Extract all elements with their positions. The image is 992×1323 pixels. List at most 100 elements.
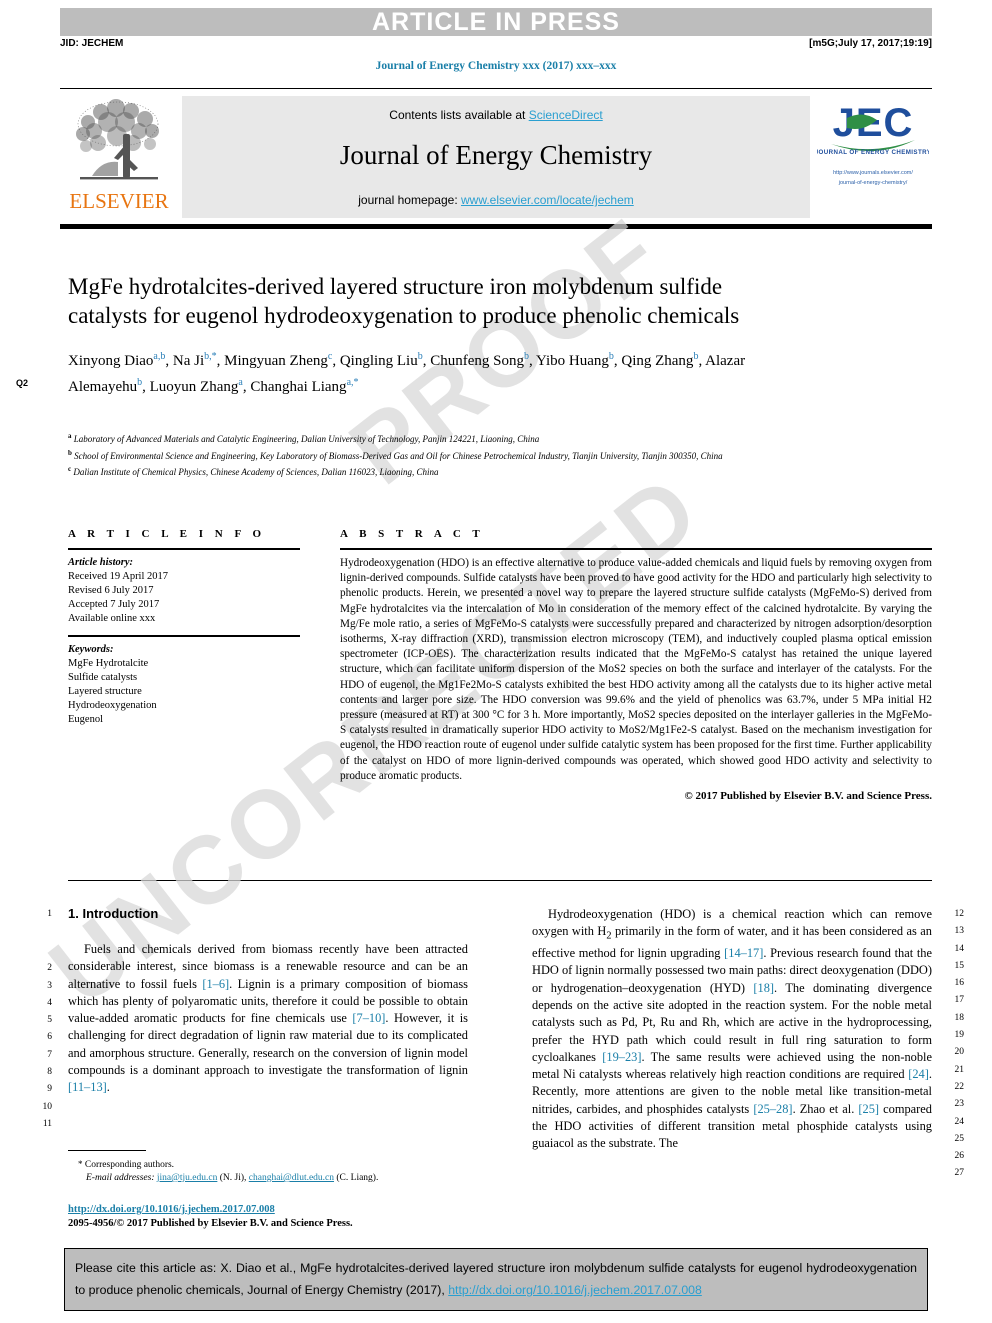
journal-homepage-line: journal homepage: www.elsevier.com/locat… — [182, 193, 810, 207]
line-number: 10 — [42, 1101, 53, 1112]
affiliation-item: b School of Environmental Science and En… — [68, 447, 880, 464]
affiliation-text: Dalian Institute of Chemical Physics, Ch… — [73, 467, 439, 477]
affiliation-mark: c — [68, 465, 72, 473]
masthead-center: Contents lists available at ScienceDirec… — [182, 96, 810, 218]
line-number: 20 — [954, 1047, 965, 1058]
email-link-ji[interactable]: jina@tju.edu.cn — [157, 1173, 217, 1183]
affiliation-list: a Laboratory of Advanced Materials and C… — [68, 430, 880, 480]
author-entry: Luoyun Zhanga, — [149, 377, 251, 395]
author-affil-mark: b — [523, 351, 529, 362]
query-marker-q2[interactable]: Q2 — [16, 378, 28, 388]
author-entry: Chunfeng Songb, — [430, 351, 536, 369]
email-link-liang[interactable]: changhai@dlut.edu.cn — [249, 1173, 334, 1183]
line-numbers-right: 12 13 14 15 16 17 18 19 20 21 22 23 24 2… — [946, 906, 965, 1183]
line-number: 26 — [954, 1151, 965, 1162]
page-title: MgFe hydrotalcites-derived layered struc… — [68, 274, 740, 328]
email-label: E-mail addresses: — [86, 1173, 155, 1183]
masthead-top-rule — [60, 88, 932, 89]
author-affil-mark: c — [327, 351, 333, 362]
keyword-item: Eugenol — [68, 714, 103, 725]
masthead-bottom-rule — [60, 224, 932, 229]
title-block: MgFe hydrotalcites-derived layered struc… — [68, 272, 768, 398]
doi-link[interactable]: http://dx.doi.org/10.1016/j.jechem.2017.… — [68, 1204, 275, 1215]
line-number: 11 — [42, 1118, 52, 1129]
affiliation-mark: a — [68, 432, 72, 440]
abstract-heading: A B S T R A C T — [340, 528, 485, 540]
line-number: 25 — [954, 1133, 965, 1144]
line-number: 9 — [47, 1084, 52, 1095]
line-number: 3 — [47, 980, 52, 991]
jec-logo: JEC JOURNAL OF ENERGY CHEMISTRY http://w… — [814, 96, 932, 218]
issn-copyright-line: 2095-4956/© 2017 Published by Elsevier B… — [68, 1218, 353, 1229]
affiliation-mark: b — [68, 448, 72, 457]
author-affil-mark: a,* — [346, 377, 359, 388]
citation-box-text: Please cite this article as: X. Diao et … — [75, 1257, 917, 1301]
author-affil-mark: b — [137, 377, 143, 388]
citation-ref[interactable]: [25–28] — [753, 1102, 792, 1116]
masthead: ELSEVIER Contents lists available at Sci… — [60, 96, 932, 218]
svg-text:JOURNAL OF ENERGY CHEMISTRY: JOURNAL OF ENERGY CHEMISTRY — [817, 149, 929, 156]
homepage-prefix: journal homepage: — [358, 193, 461, 207]
author-entry: Yibo Huangb, — [535, 351, 622, 369]
journal-title: Journal of Energy Chemistry — [339, 140, 653, 170]
abstract-body: Hydrodeoxygenation (HDO) is an effective… — [340, 557, 932, 782]
citation-ref[interactable]: [14–17] — [724, 946, 763, 960]
author-entry: Qing Zhangb, — [621, 351, 706, 369]
article-history-label: Article history: — [68, 557, 134, 568]
abstract-rule — [340, 548, 932, 550]
section-heading-introduction: 1. Introduction — [68, 906, 159, 921]
line-number: 7 — [47, 1049, 52, 1060]
author-affil-mark: a — [238, 377, 243, 388]
article-info-rule-top — [68, 548, 300, 550]
footnote-star: * — [78, 1159, 83, 1169]
history-item: Received 19 April 2017 — [68, 571, 169, 582]
citation-ref[interactable]: [11–13] — [68, 1080, 107, 1094]
elsevier-wordmark: ELSEVIER — [69, 189, 169, 213]
email-owner-ji: (N. Ji) — [219, 1173, 245, 1183]
author-affil-mark: b — [608, 351, 614, 362]
affiliation-text: Laboratory of Advanced Materials and Cat… — [73, 434, 540, 444]
jid-label: JID: JECHEM — [60, 38, 124, 49]
citation-ref[interactable]: [19–23] — [602, 1050, 641, 1064]
affiliation-item: c Dalian Institute of Chemical Physics, … — [68, 463, 880, 480]
journal-homepage-link[interactable]: www.elsevier.com/locate/jechem — [461, 193, 634, 207]
keyword-item: Layered structure — [68, 686, 142, 697]
elsevier-logo: ELSEVIER — [60, 96, 178, 218]
build-stamp: [m5G;July 17, 2017;19:19] — [809, 38, 932, 49]
keyword-item: MgFe Hydrotalcite — [68, 658, 149, 669]
line-number: 4 — [47, 997, 52, 1008]
line-number: 1 — [47, 909, 52, 919]
citation-ref[interactable]: [25] — [858, 1102, 879, 1116]
article-in-press-label: ARTICLE IN PRESS — [372, 8, 620, 36]
line-number: 21 — [954, 1064, 965, 1075]
line-number-gap — [34, 923, 52, 960]
article-info-rule-mid — [68, 635, 300, 637]
author-affil-mark: b — [693, 351, 699, 362]
citation-ref[interactable]: [24] — [908, 1067, 929, 1081]
keywords-label: Keywords: — [68, 644, 114, 655]
corresponding-authors-line: * Corresponding authors. — [68, 1158, 468, 1172]
line-number: 14 — [954, 943, 965, 954]
line-numbers-left: 1 2 3 4 5 6 7 8 9 10 11 — [34, 906, 53, 1133]
author-affil-mark: b — [417, 351, 423, 362]
citation-box-doi-link[interactable]: http://dx.doi.org/10.1016/j.jechem.2017.… — [448, 1283, 702, 1297]
author-list: Xinyong Diaoa,b, Na Jib,*, Mingyuan Zhen… — [68, 346, 768, 398]
keyword-item: Hydrodeoxygenation — [68, 700, 157, 711]
contents-available-line: Contents lists available at ScienceDirec… — [182, 108, 810, 122]
citation-ref[interactable]: [7–10] — [352, 1011, 385, 1025]
email-addresses-line: E-mail addresses: jina@tju.edu.cn (N. Ji… — [86, 1173, 379, 1183]
line-number: 18 — [954, 1012, 965, 1023]
citation-ref[interactable]: [1–6] — [202, 977, 229, 991]
citation-ref[interactable]: [18] — [753, 981, 774, 995]
author-affil-mark: a,b — [153, 351, 166, 362]
history-item: Revised 6 July 2017 — [68, 585, 154, 596]
intro-paragraph-left: Fuels and chemicals derived from biomass… — [68, 942, 469, 1095]
jec-url-line-1: http://www.journals.elsevier.com/ — [833, 170, 913, 176]
line-number: 13 — [954, 926, 965, 937]
footnote-block: * Corresponding authors. E-mail addresse… — [68, 1150, 468, 1185]
sciencedirect-link[interactable]: ScienceDirect — [529, 108, 603, 122]
line-number: 15 — [954, 960, 965, 971]
line-number: 27 — [954, 1168, 965, 1179]
author-entry: Xinyong Diaoa,b, — [68, 351, 173, 369]
history-item: Available online xxx — [68, 613, 156, 624]
